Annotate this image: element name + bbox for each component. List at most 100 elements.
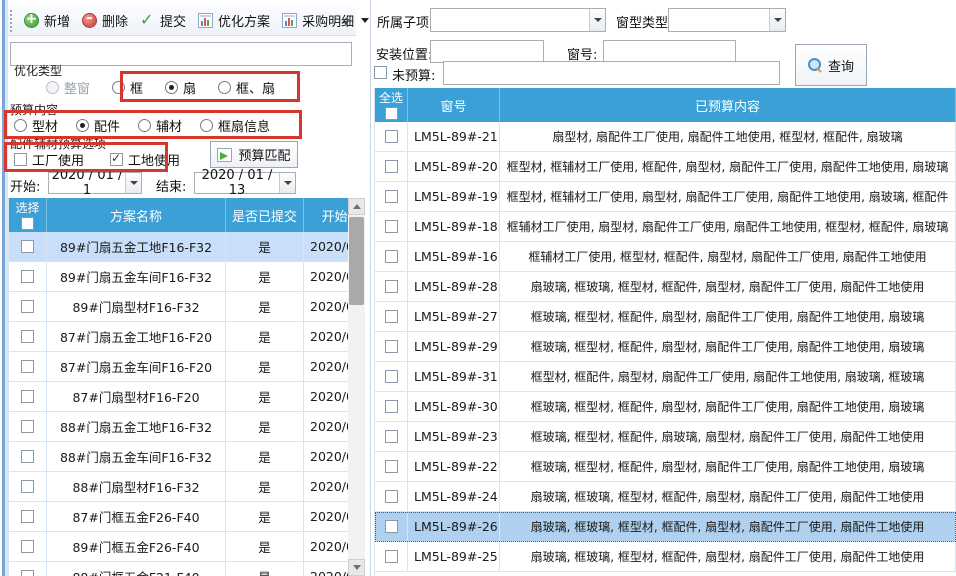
row-select-cell[interactable] [375,452,408,482]
toolbar-button[interactable]: 新增 [18,8,76,33]
radio-option[interactable]: 整窗 [46,78,90,97]
toolbar-grip[interactable] [10,10,13,32]
row-checkbox[interactable] [385,430,398,443]
row-select-cell[interactable] [9,232,47,262]
row-checkbox[interactable] [21,270,34,283]
budgeted-content-column-header[interactable]: 已预算内容 [500,88,956,122]
row-select-cell[interactable] [375,242,408,272]
end-date-picker[interactable]: 2020 / 01 / 13 [194,172,296,194]
table-row[interactable]: 87#门扇型材F16-F20 是 2020/0 [9,382,365,412]
row-select-cell[interactable] [375,302,408,332]
row-select-cell[interactable] [9,412,47,442]
row-checkbox[interactable] [21,570,34,576]
table-row[interactable]: 88#门扇五金工地F16-F32 是 2020/0 [9,412,365,442]
start-date-picker[interactable]: 2020 / 01 / 1 [48,172,142,194]
query-button[interactable]: 查询 [795,44,867,86]
row-select-cell[interactable] [375,272,408,302]
row-select-cell[interactable] [9,562,47,576]
row-checkbox[interactable] [21,480,34,493]
row-checkbox[interactable] [21,420,34,433]
row-select-cell[interactable] [9,502,47,532]
table-row[interactable]: LM5L-89#-18F16 框辅材工厂使用, 扇型材, 扇配件工厂使用, 扇配… [375,212,956,242]
submitted-column-header[interactable]: 是否已提交 [226,198,304,232]
panel-splitter[interactable] [370,0,371,576]
table-row[interactable]: 88#门框五金F21-F40 是 2020/0 [9,562,365,576]
row-select-cell[interactable] [9,442,47,472]
row-checkbox[interactable] [385,370,398,383]
table-row[interactable]: 87#门扇五金车间F16-F20 是 2020/0 [9,352,365,382]
table-row[interactable]: 87#门框五金F26-F40 是 2020/0 [9,502,365,532]
row-checkbox[interactable] [21,360,34,373]
sub-item-select[interactable] [430,8,606,32]
plan-name-column-header[interactable]: 方案名称 [47,198,226,232]
row-checkbox[interactable] [21,540,34,553]
row-checkbox[interactable] [385,460,398,473]
toolbar-button[interactable]: 采购明细 [276,8,375,33]
toolbar-button[interactable]: 提交 [134,8,192,33]
table-row[interactable]: LM5L-89#-22F20 框玻璃, 框型材, 框配件, 扇型材, 扇配件工厂… [375,452,956,482]
row-select-cell[interactable] [375,362,408,392]
chevron-down-icon[interactable] [279,173,295,193]
radio-option[interactable]: 扇 [165,78,196,97]
window-no-input[interactable] [603,40,736,63]
table-row[interactable]: LM5L-89#-29F27 框玻璃, 框型材, 框配件, 扇型材, 扇配件工厂… [375,332,956,362]
row-select-cell[interactable] [375,212,408,242]
table-row[interactable]: LM5L-89#-23F21 框玻璃, 框型材, 框配件, 扇玻璃, 扇型材, … [375,422,956,452]
row-checkbox[interactable] [21,330,34,343]
table-row[interactable]: LM5L-89#-20F18 框型材, 框辅材工厂使用, 框配件, 扇型材, 扇… [375,152,956,182]
table-row[interactable]: 89#门扇型材F16-F32 是 2020/0 [9,292,365,322]
row-select-cell[interactable] [375,122,408,152]
table-row[interactable]: LM5L-89#-30F28 框玻璃, 框型材, 框配件, 扇型材, 扇配件工厂… [375,392,956,422]
toolbar-button[interactable]: 删除 [76,8,134,33]
row-checkbox[interactable] [21,450,34,463]
table-row[interactable]: LM5L-89#-16F15 框辅材工厂使用, 框型材, 框配件, 扇型材, 扇… [375,242,956,272]
toolbar-overflow-button[interactable] [339,13,352,30]
row-checkbox[interactable] [385,310,398,323]
row-select-cell[interactable] [9,292,47,322]
row-checkbox[interactable] [21,240,34,253]
checkbox-option[interactable]: 工地使用 [110,150,180,169]
table-row[interactable]: LM5L-89#-28F26 扇玻璃, 框玻璃, 框型材, 框配件, 扇型材, … [375,272,956,302]
row-checkbox[interactable] [21,300,34,313]
select-all-checkbox[interactable] [21,217,34,230]
table-row[interactable]: 87#门扇五金工地F16-F20 是 2020/0 [9,322,365,352]
table-row[interactable]: LM5L-89#-25F23 扇玻璃, 框玻璃, 框型材, 框配件, 扇型材, … [375,542,956,572]
radio-option[interactable]: 配件 [76,116,120,135]
install-position-input[interactable] [430,40,544,63]
radio-option[interactable]: 框扇信息 [200,116,270,135]
table-row[interactable]: 88#门扇型材F16-F32 是 2020/0 [9,472,365,502]
plan-table-scrollbar[interactable] [348,198,365,576]
row-checkbox[interactable] [385,280,398,293]
table-row[interactable]: 89#门扇五金车间F16-F32 是 2020/0 [9,262,365,292]
scrollbar-thumb[interactable] [349,217,364,305]
row-select-cell[interactable] [9,382,47,412]
table-row[interactable]: LM5L-89#-26F24 扇玻璃, 框玻璃, 框型材, 框配件, 扇型材, … [375,512,956,542]
radio-option[interactable]: 框、扇 [218,78,275,97]
scroll-up-icon[interactable] [348,198,365,215]
no-budget-checkbox[interactable] [374,66,387,79]
row-select-cell[interactable] [375,152,408,182]
row-checkbox[interactable] [385,490,398,503]
window-no-column-header[interactable]: 窗号 [408,88,500,122]
row-select-cell[interactable] [9,262,47,292]
row-checkbox[interactable] [385,550,398,563]
radio-option[interactable]: 型材 [14,116,58,135]
table-row[interactable]: LM5L-89#-31F29 框型材, 框配件, 扇型材, 扇配件工厂使用, 扇… [375,362,956,392]
row-select-cell[interactable] [9,352,47,382]
row-select-cell[interactable] [9,322,47,352]
row-select-cell[interactable] [375,392,408,422]
row-checkbox[interactable] [21,510,34,523]
table-row[interactable]: LM5L-89#-21F19 扇型材, 扇配件工厂使用, 扇配件工地使用, 框型… [375,122,956,152]
table-row[interactable]: LM5L-89#-27F25 框玻璃, 框型材, 框配件, 扇型材, 扇配件工厂… [375,302,956,332]
row-checkbox[interactable] [385,340,398,353]
radio-option[interactable]: 框 [112,78,143,97]
row-checkbox[interactable] [385,250,398,263]
window-type-select[interactable] [668,8,786,32]
no-budget-input[interactable] [443,61,780,85]
row-select-cell[interactable] [9,532,47,562]
chevron-down-icon[interactable] [125,173,141,193]
row-select-cell[interactable] [375,422,408,452]
table-row[interactable]: 89#门扇五金工地F16-F32 是 2020/0 [9,232,365,262]
row-select-cell[interactable] [375,482,408,512]
chevron-down-icon[interactable] [589,9,605,31]
